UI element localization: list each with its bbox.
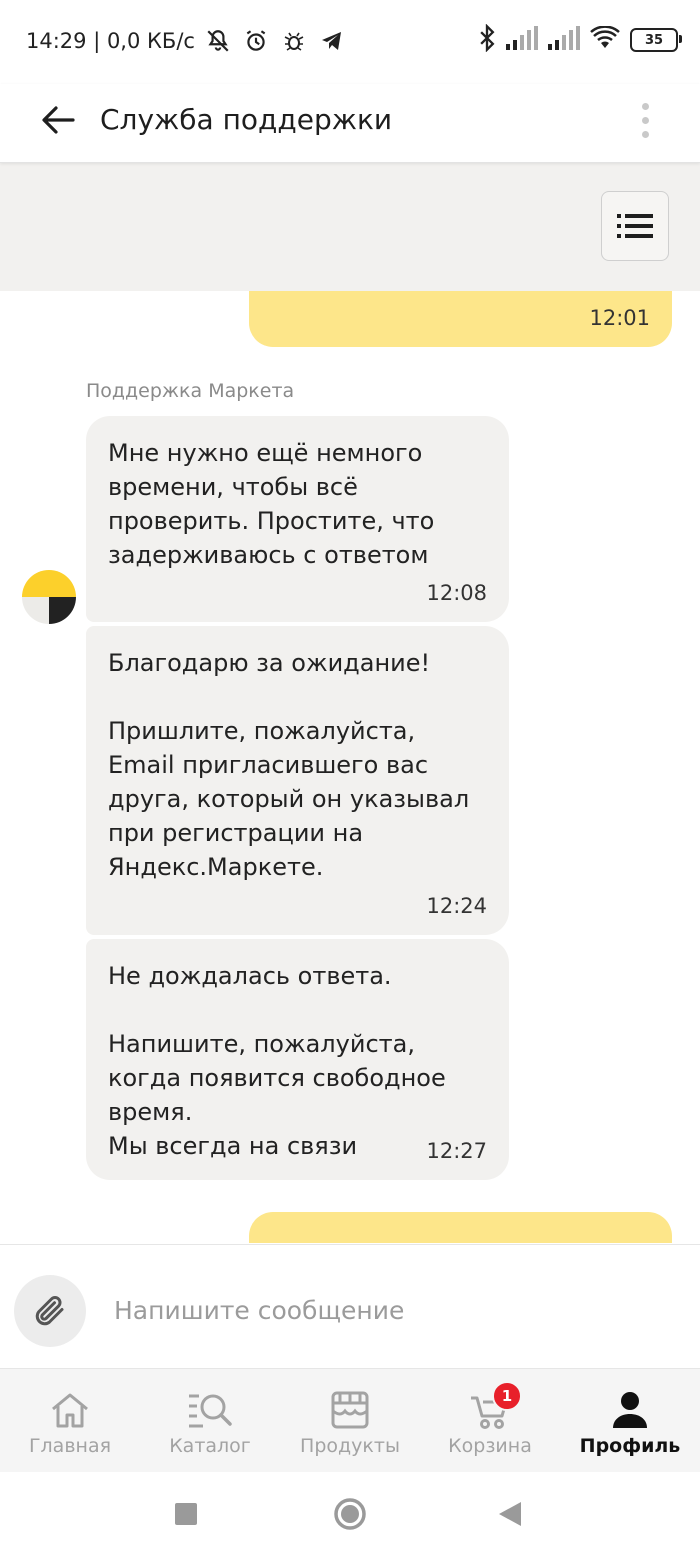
message-text: Мне нужно ещё немного времени, чтобы всё… xyxy=(108,439,442,569)
wifi-icon xyxy=(590,25,620,54)
status-time-network: 14:29 | 0,0 КБ/с xyxy=(26,29,195,53)
app-header: Служба поддержки xyxy=(0,84,700,163)
store-icon xyxy=(326,1389,374,1431)
home-system-button[interactable] xyxy=(330,1494,370,1534)
back-system-button[interactable] xyxy=(490,1494,530,1534)
support-message: Мне нужно ещё немного времени, чтобы всё… xyxy=(86,416,509,622)
message-time: 12:01 xyxy=(589,306,650,330)
message-text: Благодарю за ожидание! Пришлите, пожалуй… xyxy=(108,649,470,881)
nav-label: Продукты xyxy=(300,1435,400,1457)
nav-label: Каталог xyxy=(169,1435,251,1457)
chat-area[interactable]: 12:01 Поддержка Маркета Мне нужно ещё не… xyxy=(0,291,700,1243)
page-title: Служба поддержки xyxy=(100,103,393,136)
message-composer xyxy=(0,1244,700,1369)
triangle-back-icon xyxy=(499,1502,521,1526)
nav-label: Главная xyxy=(28,1435,112,1457)
catalog-search-icon xyxy=(186,1389,234,1431)
nav-item-products[interactable]: Продукты xyxy=(280,1369,420,1473)
alarm-icon xyxy=(241,26,271,56)
paperclip-icon xyxy=(35,1296,64,1326)
nav-label: Корзина xyxy=(448,1435,532,1457)
message-time: 12:24 xyxy=(426,894,487,918)
topics-band xyxy=(0,163,700,291)
square-icon xyxy=(175,1503,197,1525)
attach-button[interactable] xyxy=(14,1275,86,1347)
status-right: 35 xyxy=(478,23,682,56)
nav-item-cart[interactable]: 1 Корзина xyxy=(420,1369,560,1473)
support-message: Благодарю за ожидание! Пришлите, пожалуй… xyxy=(86,626,509,935)
nav-label: Профиль xyxy=(579,1435,681,1457)
own-message: 12:01 xyxy=(249,291,672,347)
bluetooth-icon xyxy=(478,23,496,56)
more-dot-icon xyxy=(641,116,649,124)
recent-apps-button[interactable] xyxy=(166,1494,206,1534)
avatar xyxy=(22,570,76,624)
list-icon xyxy=(617,214,653,238)
telegram-icon xyxy=(317,26,347,56)
battery-indicator: 35 xyxy=(630,28,682,52)
message-input[interactable] xyxy=(114,1285,674,1335)
nav-item-profile[interactable]: Профиль xyxy=(560,1369,700,1473)
bottom-navigation: Главная Каталог Продукты 1 Корзина Профи… xyxy=(0,1368,700,1473)
sender-name: Поддержка Маркета xyxy=(86,380,295,402)
home-icon xyxy=(46,1389,94,1431)
arrow-left-icon xyxy=(42,106,75,134)
signal-icon xyxy=(548,26,580,54)
own-message xyxy=(249,1212,672,1243)
profile-icon xyxy=(606,1389,654,1431)
mute-bell-icon xyxy=(203,26,233,56)
nav-item-catalog[interactable]: Каталог xyxy=(140,1369,280,1473)
more-options-button[interactable] xyxy=(630,98,660,142)
message-text: Не дождалась ответа. Напишите, пожалуйст… xyxy=(108,962,446,1160)
more-dot-icon xyxy=(641,130,649,138)
message-time: 12:08 xyxy=(426,581,487,605)
back-button[interactable] xyxy=(36,98,80,142)
system-navigation-bar xyxy=(0,1472,700,1556)
nav-item-home[interactable]: Главная xyxy=(0,1369,140,1473)
status-bar: 14:29 | 0,0 КБ/с 35 xyxy=(0,0,700,84)
cart-badge: 1 xyxy=(492,1381,522,1411)
circle-icon xyxy=(334,1498,366,1530)
message-time: 12:27 xyxy=(426,1139,487,1163)
cart-icon: 1 xyxy=(466,1381,522,1431)
status-left: 14:29 | 0,0 КБ/с xyxy=(26,26,347,56)
bug-icon xyxy=(279,26,309,56)
signal-icon xyxy=(506,26,538,54)
more-dot-icon xyxy=(641,102,649,110)
support-message: Не дождалась ответа. Напишите, пожалуйст… xyxy=(86,939,509,1180)
topics-menu-button[interactable] xyxy=(601,191,669,261)
